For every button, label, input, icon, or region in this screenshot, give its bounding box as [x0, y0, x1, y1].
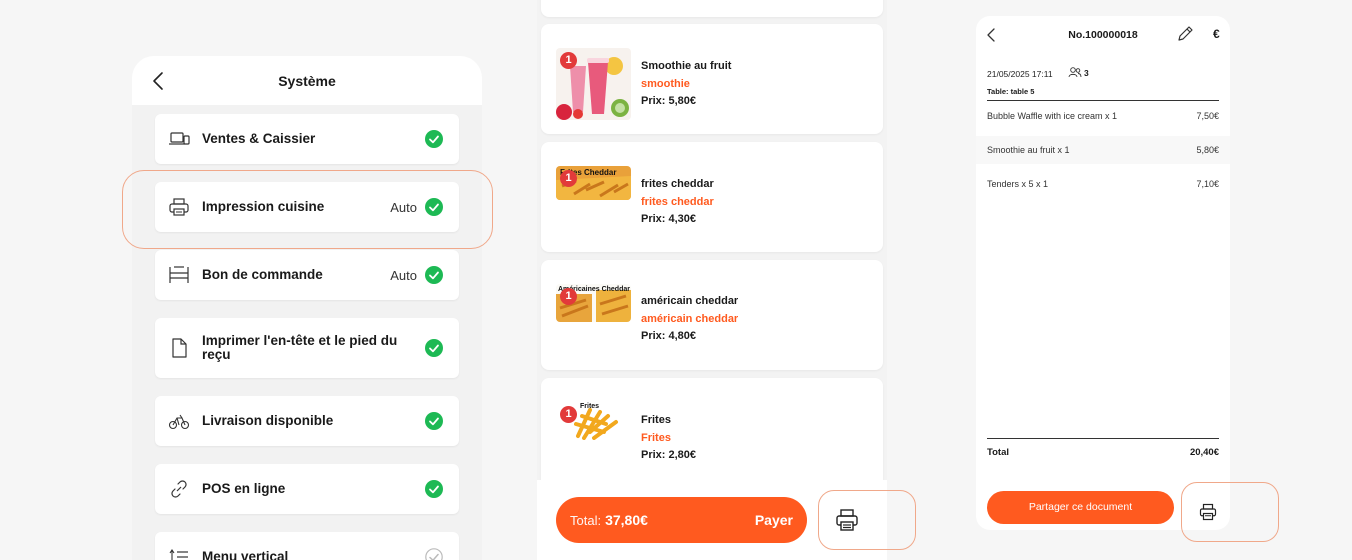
product-name: Frites [641, 414, 671, 426]
list-item[interactable]: 1 Smoothie au fruit smoothie Prix: 5,80€ [541, 24, 883, 134]
divider [987, 100, 1219, 101]
item-price: 7,50€ [1196, 111, 1219, 121]
setting-online-pos[interactable]: POS en ligne [155, 464, 459, 514]
total-value: 37,80€ [605, 512, 648, 528]
edit-pencil-icon[interactable] [1176, 25, 1194, 43]
item-name: Bubble Waffle with ice cream x 1 [987, 111, 1118, 121]
item-name: Smoothie au fruit x 1 [987, 145, 1070, 155]
quantity-badge: 1 [560, 406, 577, 423]
setting-label: Ventes & Caissier [202, 131, 316, 146]
product-name: américain cheddar [641, 295, 739, 307]
link-icon [168, 478, 190, 500]
receipt-line-item: Tenders x 5 x 1 7,10€ [987, 179, 1219, 189]
print-button[interactable] [818, 490, 916, 550]
product-price: Prix: 4,30€ [641, 213, 697, 225]
product-price: Prix: 5,80€ [641, 95, 697, 107]
product-category: smoothie [641, 78, 690, 90]
pay-label: Payer [754, 512, 793, 528]
system-settings-panel: Système Ventes & Caissier Impression cui… [132, 56, 482, 560]
product-price: Prix: 4,80€ [641, 330, 697, 342]
divider [987, 438, 1219, 439]
product-name: frites cheddar [641, 178, 714, 190]
product-category: frites cheddar [641, 196, 714, 208]
total-value: 20,40€ [1189, 447, 1219, 458]
quantity-badge: 1 [560, 170, 577, 187]
receipt-printer-icon [168, 264, 190, 286]
guest-count-value: 3 [1084, 67, 1089, 78]
item-price: 5,80€ [1196, 145, 1219, 155]
quantity-badge: 1 [560, 52, 577, 69]
list-item[interactable]: Frites 1 Frites Frites Prix: 2,80€ [541, 378, 883, 488]
total-label: Total [987, 447, 1009, 458]
check-circle-outline-icon[interactable] [425, 548, 443, 560]
item-price: 7,10€ [1196, 179, 1219, 189]
product-name: Smoothie au fruit [641, 60, 732, 72]
people-icon [1068, 67, 1082, 78]
receipt-table: Table: table 5 [987, 87, 1035, 96]
check-circle-icon[interactable] [425, 266, 443, 284]
check-circle-icon[interactable] [425, 339, 443, 357]
line-spacing-icon [168, 546, 190, 560]
system-header: Système [132, 56, 482, 105]
setting-delivery-available[interactable]: Livraison disponible [155, 396, 459, 446]
setting-status: Auto [390, 267, 417, 283]
printer-icon [1199, 503, 1216, 521]
setting-receipt-header-footer[interactable]: Imprimer l'en-tête et le pied du reçu [155, 318, 459, 378]
selected-setting-highlight [122, 170, 493, 249]
printer-icon [836, 509, 858, 531]
bicycle-icon [168, 410, 190, 432]
list-item[interactable]: Américaines Cheddar 1 américain cheddar … [541, 260, 883, 370]
list-item[interactable] [541, 0, 883, 17]
receipt-total: Total 20,40€ [987, 447, 1219, 458]
currency-button[interactable]: € [1213, 27, 1220, 41]
image-caption: Frites [580, 403, 599, 410]
guest-count: 3 [1068, 67, 1089, 78]
document-icon [168, 337, 190, 359]
laptop-icon [168, 128, 190, 150]
product-price: Prix: 2,80€ [641, 449, 697, 461]
receipt-line-item: Bubble Waffle with ice cream x 1 7,50€ [987, 111, 1219, 121]
setting-label: Bon de commande [202, 267, 323, 282]
quantity-badge: 1 [560, 288, 577, 305]
check-circle-icon[interactable] [425, 412, 443, 430]
setting-vertical-menu[interactable]: Menu vertical [155, 532, 459, 560]
setting-label: Livraison disponible [202, 413, 334, 428]
total-label: Total: [570, 512, 602, 528]
page-title: Système [278, 73, 336, 89]
receipt-panel: No.100000018 € 21/05/2025 17:11 3 Table:… [976, 16, 1230, 530]
receipt-print-button[interactable] [1181, 482, 1279, 542]
setting-label: Menu vertical [202, 549, 289, 560]
pay-button[interactable]: Total: 37,80€ Payer [556, 497, 807, 543]
item-name: Tenders x 5 x 1 [987, 179, 1049, 189]
check-circle-icon[interactable] [425, 130, 443, 148]
setting-label: Imprimer l'en-tête et le pied du reçu [202, 333, 398, 362]
product-category: américain cheddar [641, 313, 739, 325]
receipt-date: 21/05/2025 17:11 [987, 69, 1053, 79]
setting-sales-cashier[interactable]: Ventes & Caissier [155, 114, 459, 164]
cart-product-list: 1 Smoothie au fruit smoothie Prix: 5,80€… [537, 0, 887, 560]
setting-order-ticket[interactable]: Bon de commande Auto [155, 250, 459, 300]
setting-label: POS en ligne [202, 481, 286, 496]
share-document-button[interactable]: Partager ce document [987, 491, 1174, 524]
check-circle-icon[interactable] [425, 480, 443, 498]
receipt-line-item: Smoothie au fruit x 1 5,80€ [987, 145, 1219, 155]
product-category: Frites [641, 432, 671, 444]
list-item[interactable]: Frites Cheddar 1 frites cheddar frites c… [541, 142, 883, 252]
